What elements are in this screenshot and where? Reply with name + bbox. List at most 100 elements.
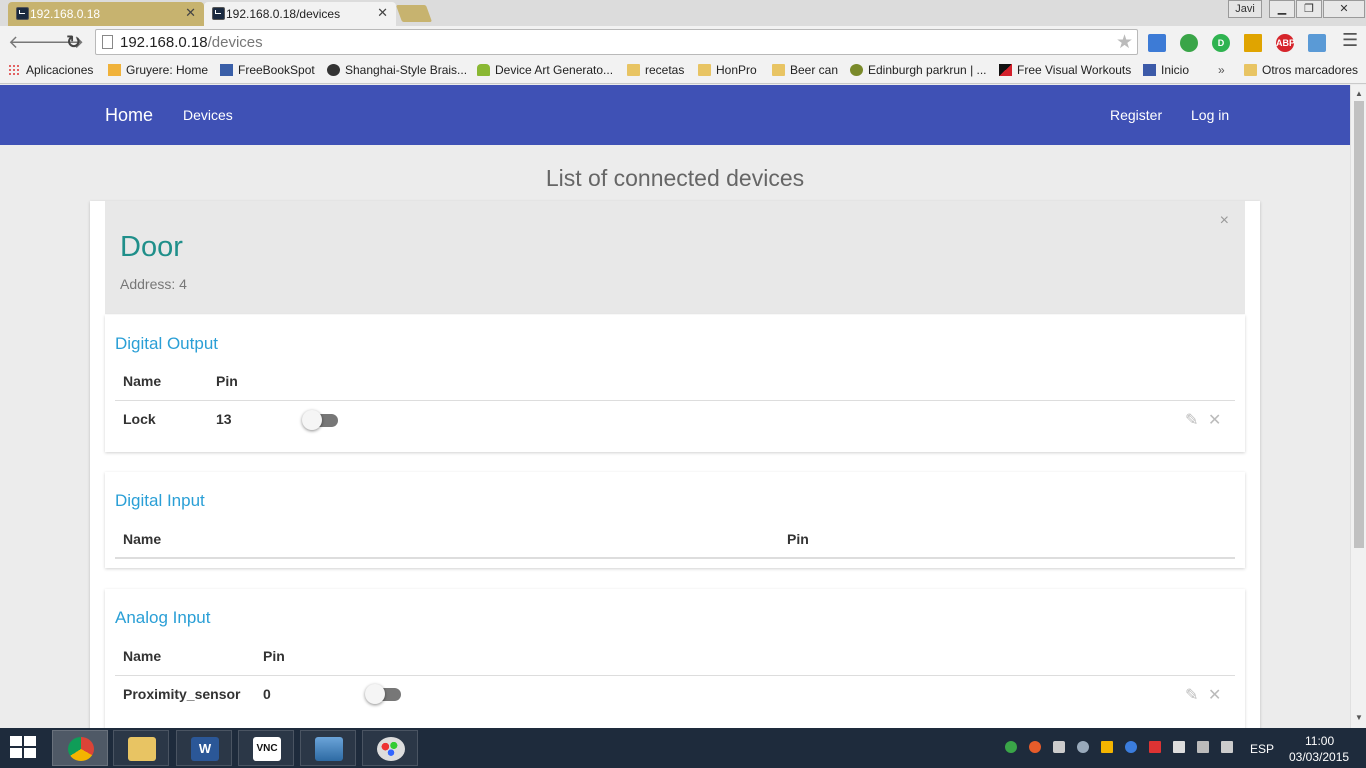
tray-green-icon[interactable] (1005, 741, 1017, 753)
browser-tab-2[interactable]: 192.168.0.18/devices ✕ (204, 2, 396, 26)
address-bar[interactable]: 192.168.0.18/devices ★ (95, 29, 1138, 55)
apps-grid-icon (8, 64, 21, 76)
window-controls: ▁ ❐ ✕ (1268, 0, 1365, 20)
windows-start-icon[interactable] (10, 736, 38, 760)
column-header-pin: Pin (216, 373, 238, 389)
nav-register-link[interactable]: Register (1110, 107, 1162, 123)
folder-icon (698, 64, 711, 76)
tray-upload-icon[interactable] (1029, 741, 1041, 753)
table-divider (115, 675, 1235, 676)
folder-icon (1244, 64, 1257, 76)
toggle-knob (302, 410, 322, 430)
extension-pin-icon[interactable] (1180, 34, 1198, 52)
column-header-pin: Pin (787, 531, 809, 547)
bookmark-apps[interactable]: Aplicaciones (8, 63, 93, 77)
device-address: Address: 4 (120, 276, 187, 292)
section-title: Analog Input (115, 608, 211, 627)
vnc-icon[interactable]: VNC (238, 730, 294, 766)
tab-close-icon[interactable]: ✕ (377, 5, 388, 21)
tray-bluetooth-icon[interactable] (1125, 741, 1137, 753)
scrollbar-thumb[interactable] (1354, 101, 1364, 548)
book-icon (220, 64, 233, 76)
tray-time[interactable]: 11:00 (1305, 734, 1334, 748)
bookmark-beer-can[interactable]: Beer can (772, 63, 838, 77)
remove-device-close-icon[interactable]: × (1220, 212, 1229, 230)
url-path: /devices (207, 33, 263, 51)
tray-volume-muted-icon[interactable] (1221, 741, 1233, 753)
tray-sync-icon[interactable] (1077, 741, 1089, 753)
extension-checkbox-icon[interactable] (1148, 34, 1166, 52)
tab-title: 192.168.0.18/devices (226, 7, 341, 21)
folder-icon (772, 64, 785, 76)
edit-pencil-icon[interactable]: ✎ (1185, 410, 1198, 430)
extension-signal-icon[interactable] (1244, 34, 1262, 52)
workout-icon (999, 64, 1012, 76)
tray-network-error-icon[interactable] (1149, 741, 1161, 753)
proximity-toggle-switch[interactable] (365, 683, 403, 705)
tray-bell-icon[interactable] (1053, 741, 1065, 753)
word-icon[interactable]: W (176, 730, 232, 766)
page-scrollbar[interactable]: ▲ ▼ (1350, 85, 1366, 728)
tab-close-icon[interactable]: ✕ (185, 5, 196, 21)
input-pin: 0 (263, 686, 271, 702)
scroll-up-icon[interactable]: ▲ (1355, 89, 1363, 98)
device-header: Door Address: 4 × (105, 201, 1245, 314)
file-explorer-icon[interactable] (113, 730, 169, 766)
inicio-icon (1143, 64, 1156, 76)
bookmark-recetas[interactable]: recetas (627, 63, 684, 77)
table-divider (115, 400, 1235, 401)
browser-tab-1[interactable]: 192.168.0.18 ✕ (8, 2, 204, 26)
bookmark-inicio[interactable]: Inicio (1143, 63, 1189, 77)
photo-viewer-icon[interactable] (300, 730, 356, 766)
adblock-plus-icon[interactable]: ABP (1276, 34, 1295, 52)
bookmark-parkrun[interactable]: Edinburgh parkrun | ... (850, 63, 987, 77)
paint-icon[interactable] (362, 730, 418, 766)
window-close-icon[interactable]: ✕ (1323, 0, 1365, 18)
bookmark-star-icon[interactable]: ★ (1116, 31, 1133, 54)
page-icon (102, 35, 113, 49)
delete-close-icon[interactable]: ✕ (1208, 410, 1221, 430)
bookmark-honpro[interactable]: HonPro (698, 63, 757, 77)
nav-home-link[interactable]: Home (105, 105, 153, 126)
tab-title: 192.168.0.18 (30, 7, 101, 21)
tray-date[interactable]: 03/03/2015 (1289, 750, 1349, 764)
extension-d-icon[interactable]: D (1212, 34, 1230, 52)
scroll-down-icon[interactable]: ▼ (1355, 713, 1363, 722)
browser-toolbar: 🡐 🡒 ↻ 192.168.0.18/devices ★ D ABP ☰ (0, 26, 1366, 58)
reload-icon[interactable]: ↻ (66, 32, 81, 53)
lock-toggle-switch[interactable] (302, 409, 340, 431)
output-name: Lock (123, 411, 156, 427)
chrome-menu-icon[interactable]: ☰ (1342, 30, 1358, 51)
site-navbar: Home Devices Register Log in (0, 85, 1350, 145)
bookmark-shanghai[interactable]: Shanghai-Style Brais... (327, 63, 467, 77)
new-tab-button[interactable] (395, 5, 433, 22)
bookmark-freebookspot[interactable]: FreeBookSpot (220, 63, 315, 77)
table-divider (115, 557, 1235, 559)
bookmark-device-art[interactable]: Device Art Generato... (477, 63, 613, 77)
section-analog-input: Analog Input Name Pin Proximity_sensor 0… (105, 589, 1245, 739)
gruyere-icon (108, 64, 121, 76)
bookmarks-overflow[interactable]: » (1218, 63, 1225, 77)
nav-login-link[interactable]: Log in (1191, 107, 1229, 123)
chrome-icon[interactable] (52, 730, 108, 766)
tray-drive-icon[interactable] (1101, 741, 1113, 753)
bookmark-other[interactable]: Otros marcadores (1244, 63, 1358, 77)
browser-tab-strip: 192.168.0.18 ✕ 192.168.0.18/devices ✕ Ja… (0, 0, 1366, 26)
windows-taskbar: W VNC ESP 11:00 03/03/2015 (0, 728, 1366, 768)
section-title: Digital Input (115, 491, 205, 510)
tray-signal-icon[interactable] (1197, 741, 1209, 753)
page-title: List of connected devices (545, 165, 805, 191)
url-host: 192.168.0.18 (120, 33, 208, 51)
profile-button[interactable]: Javi (1228, 0, 1262, 18)
delete-close-icon[interactable]: ✕ (1208, 685, 1221, 705)
minimize-icon[interactable]: ▁ (1269, 0, 1295, 18)
folder-icon (627, 64, 640, 76)
edit-pencil-icon[interactable]: ✎ (1185, 685, 1198, 705)
bookmark-workouts[interactable]: Free Visual Workouts (999, 63, 1131, 77)
restore-icon[interactable]: ❐ (1296, 0, 1322, 18)
bookmark-gruyere[interactable]: Gruyere: Home (108, 63, 208, 77)
tray-language[interactable]: ESP (1250, 742, 1274, 756)
extension-grid-icon[interactable] (1308, 34, 1326, 52)
nav-devices-link[interactable]: Devices (183, 107, 233, 123)
tray-battery-icon[interactable] (1173, 741, 1185, 753)
